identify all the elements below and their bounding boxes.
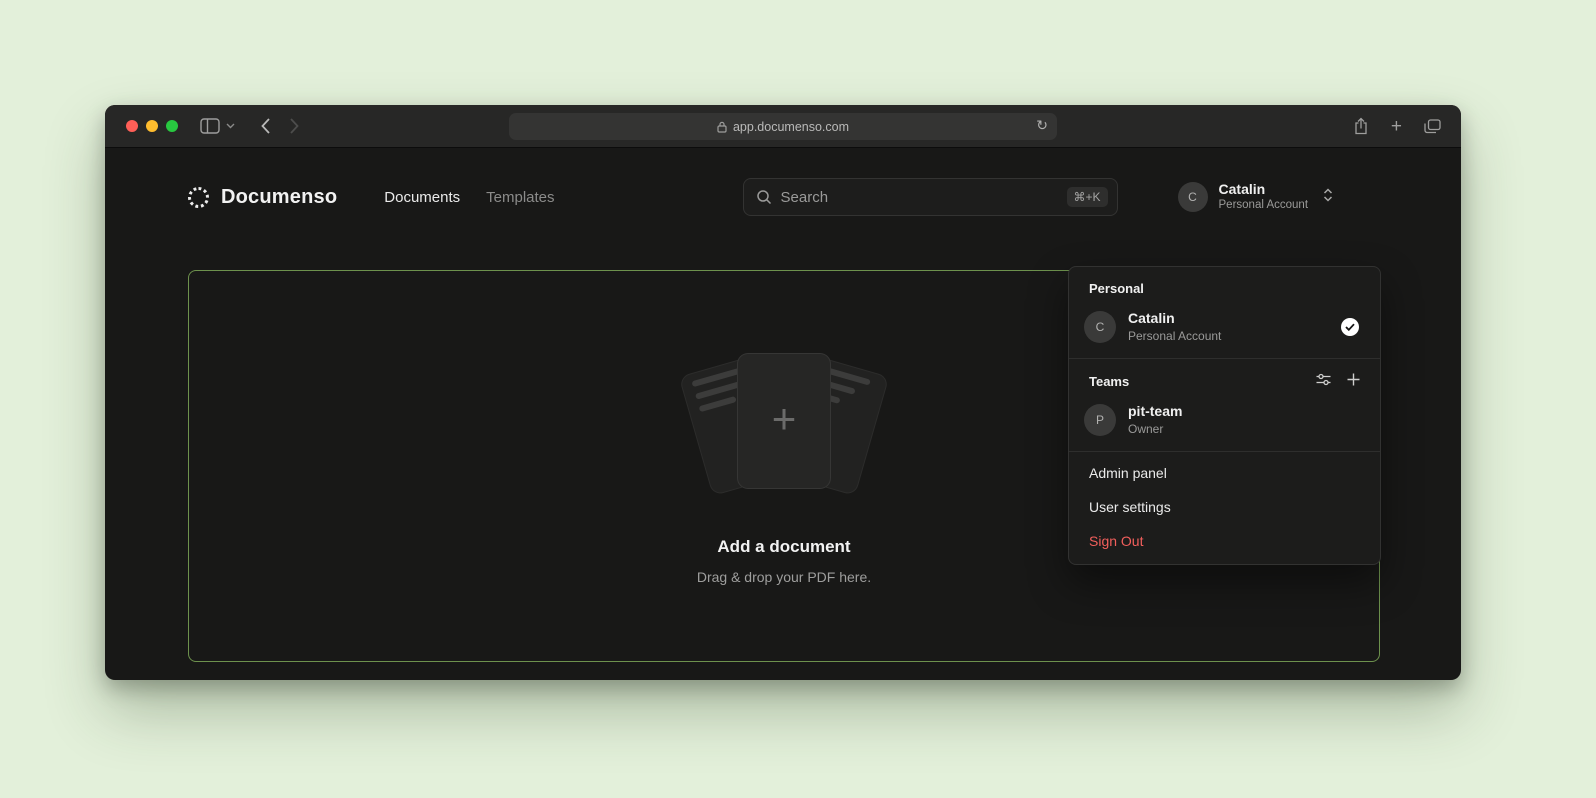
search-icon xyxy=(756,189,772,205)
team-item[interactable]: P pit-team Owner xyxy=(1069,397,1380,447)
add-team-icon[interactable] xyxy=(1347,373,1360,389)
minimize-window-button[interactable] xyxy=(146,120,158,132)
team-role: Owner xyxy=(1128,423,1365,436)
personal-account-item[interactable]: C Catalin Personal Account xyxy=(1069,304,1380,354)
nav-item-templates[interactable]: Templates xyxy=(486,189,554,206)
menu-item-admin-panel[interactable]: Admin panel xyxy=(1069,456,1380,490)
brand-name: Documenso xyxy=(221,186,337,209)
sidebar-toggle-icon[interactable] xyxy=(200,118,220,134)
tab-overview-icon[interactable] xyxy=(1424,119,1441,134)
traffic-lights xyxy=(126,120,178,132)
nav-item-documents[interactable]: Documents xyxy=(384,189,460,206)
account-menu-trigger[interactable]: C Catalin Personal Account xyxy=(1178,182,1334,212)
search-input[interactable] xyxy=(781,189,1058,206)
dropzone-title: Add a document xyxy=(717,537,850,557)
team-avatar: P xyxy=(1084,404,1116,436)
manage-teams-icon[interactable] xyxy=(1316,373,1331,389)
account-dropdown-menu: Personal C Catalin Personal Account Team… xyxy=(1068,266,1381,565)
browser-titlebar: app.documenso.com ↻ + xyxy=(105,105,1461,148)
avatar: C xyxy=(1084,311,1116,343)
personal-account-name: Catalin xyxy=(1128,311,1329,326)
plus-icon: + xyxy=(772,398,797,440)
chevron-up-down-icon xyxy=(1323,187,1333,208)
account-name: Catalin xyxy=(1219,182,1309,197)
menu-item-sign-out[interactable]: Sign Out xyxy=(1069,524,1380,558)
teams-section-heading: Teams xyxy=(1069,363,1380,397)
sidebar-menu-chevron-icon[interactable] xyxy=(226,123,235,129)
browser-window: app.documenso.com ↻ + Documenso xyxy=(105,105,1461,680)
document-card-center: + xyxy=(738,354,830,488)
new-tab-icon[interactable]: + xyxy=(1391,117,1402,136)
address-bar[interactable]: app.documenso.com ↻ xyxy=(509,113,1057,140)
dropzone-subtitle: Drag & drop your PDF here. xyxy=(697,569,871,585)
document-stack-illustration: + xyxy=(679,347,889,499)
main-nav: Documents Templates xyxy=(384,189,554,206)
refresh-icon[interactable]: ↻ xyxy=(1036,117,1048,134)
back-button[interactable] xyxy=(261,118,270,134)
selected-check-icon xyxy=(1341,318,1359,336)
url-text: app.documenso.com xyxy=(733,120,849,134)
avatar: C xyxy=(1178,182,1208,212)
forward-button[interactable] xyxy=(290,118,299,134)
share-icon[interactable] xyxy=(1353,117,1369,135)
lock-icon xyxy=(717,121,727,133)
search-box[interactable]: ⌘+K xyxy=(743,178,1118,216)
documenso-logo-icon xyxy=(188,187,209,208)
app-content: Documenso Documents Templates ⌘+K C Cata… xyxy=(105,148,1461,680)
app-header: Documenso Documents Templates ⌘+K C Cata… xyxy=(105,148,1461,246)
personal-account-subtitle: Personal Account xyxy=(1128,330,1329,343)
zoom-window-button[interactable] xyxy=(166,120,178,132)
divider xyxy=(1069,451,1380,452)
divider xyxy=(1069,358,1380,359)
team-name: pit-team xyxy=(1128,404,1365,419)
search-shortcut-badge: ⌘+K xyxy=(1067,187,1108,207)
close-window-button[interactable] xyxy=(126,120,138,132)
account-subtitle: Personal Account xyxy=(1219,199,1309,212)
brand[interactable]: Documenso xyxy=(188,186,337,209)
menu-item-user-settings[interactable]: User settings xyxy=(1069,490,1380,524)
personal-section-heading: Personal xyxy=(1069,271,1380,304)
